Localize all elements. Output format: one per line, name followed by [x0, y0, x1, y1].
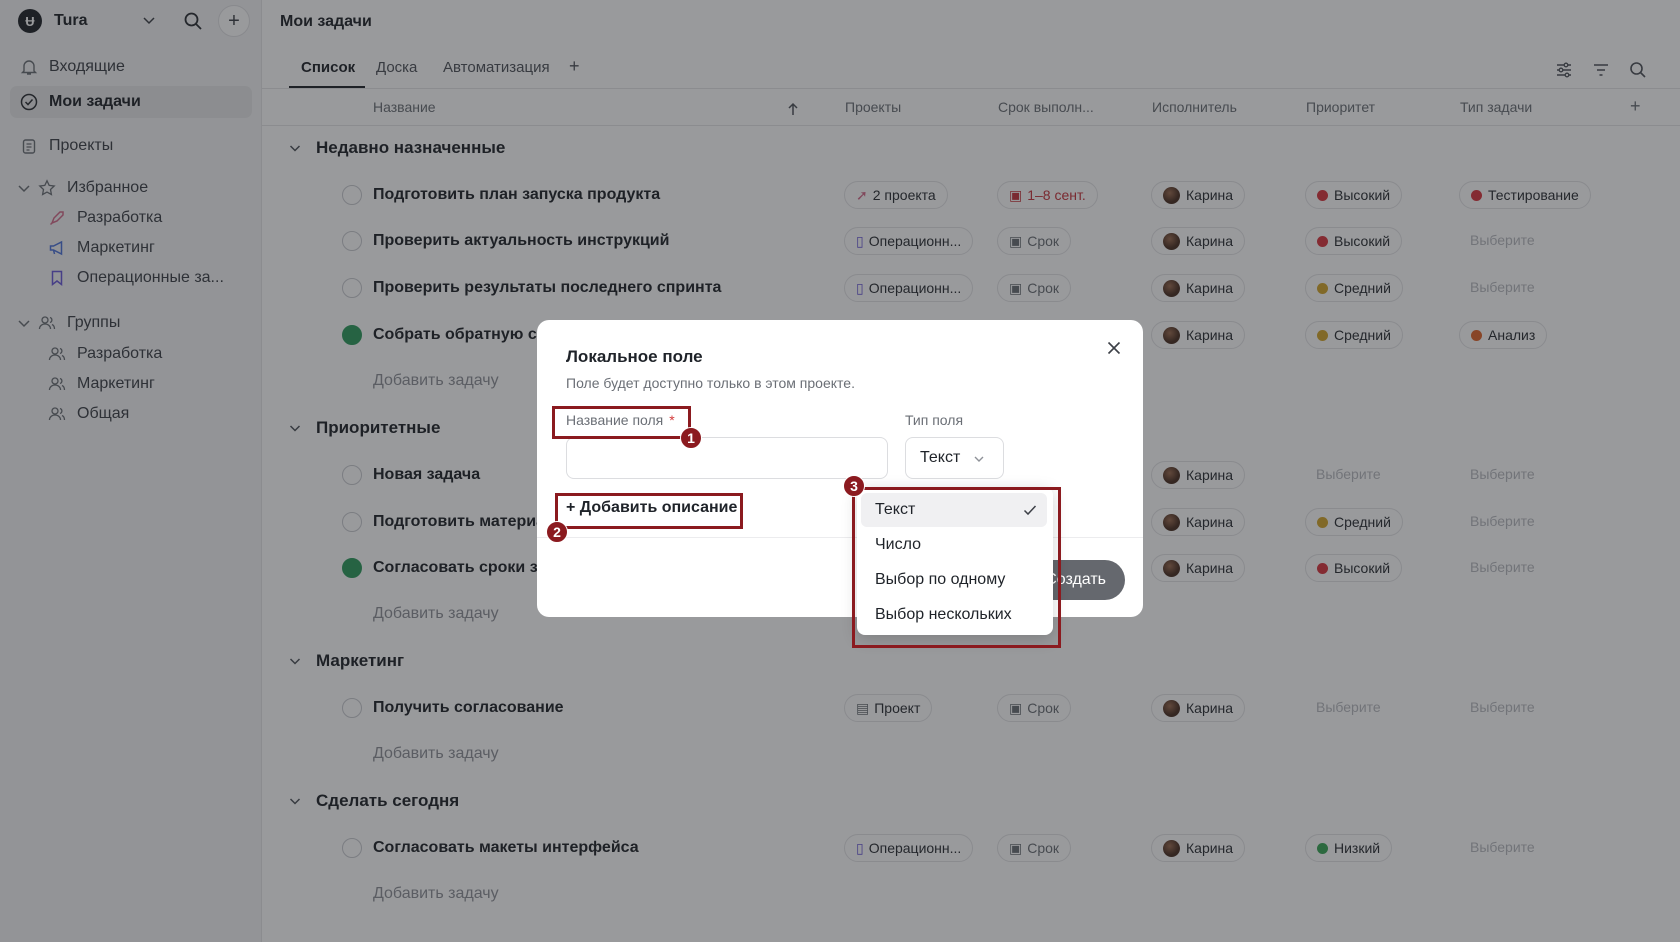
required-mark: * — [669, 412, 675, 428]
dropdown-option-number[interactable]: Число — [861, 528, 1047, 562]
field-type-dropdown: Текст Число Выбор по одному Выбор нескол… — [857, 487, 1053, 635]
add-description-button[interactable]: + Добавить описание — [566, 499, 737, 517]
option-label: Выбор нескольких — [875, 606, 1012, 623]
dropdown-option-multi-select[interactable]: Выбор нескольких — [861, 598, 1047, 632]
dialog-subtitle: Поле будет доступно только в этом проект… — [566, 375, 855, 391]
field-type-value: Текст — [920, 449, 961, 466]
annotation-badge: 3 — [843, 475, 865, 497]
field-name-input[interactable] — [566, 437, 888, 479]
field-name-label: Название поля * — [566, 412, 675, 428]
option-label: Текст — [875, 501, 916, 518]
label-text: Название поля — [566, 412, 664, 428]
dropdown-option-single-select[interactable]: Выбор по одному — [861, 563, 1047, 597]
field-type-select[interactable]: Текст — [905, 437, 1004, 479]
chevron-down-icon — [974, 456, 984, 462]
option-label: Выбор по одному — [875, 571, 1006, 588]
option-label: Число — [875, 536, 922, 553]
dropdown-option-text[interactable]: Текст — [861, 493, 1047, 527]
annotation-badge: 2 — [546, 521, 568, 543]
dialog-title: Локальное поле — [566, 347, 703, 366]
field-type-label: Тип поля — [905, 412, 964, 428]
annotation-badge: 1 — [680, 427, 702, 449]
close-icon[interactable] — [1105, 339, 1123, 357]
checkmark-icon — [1023, 505, 1037, 516]
